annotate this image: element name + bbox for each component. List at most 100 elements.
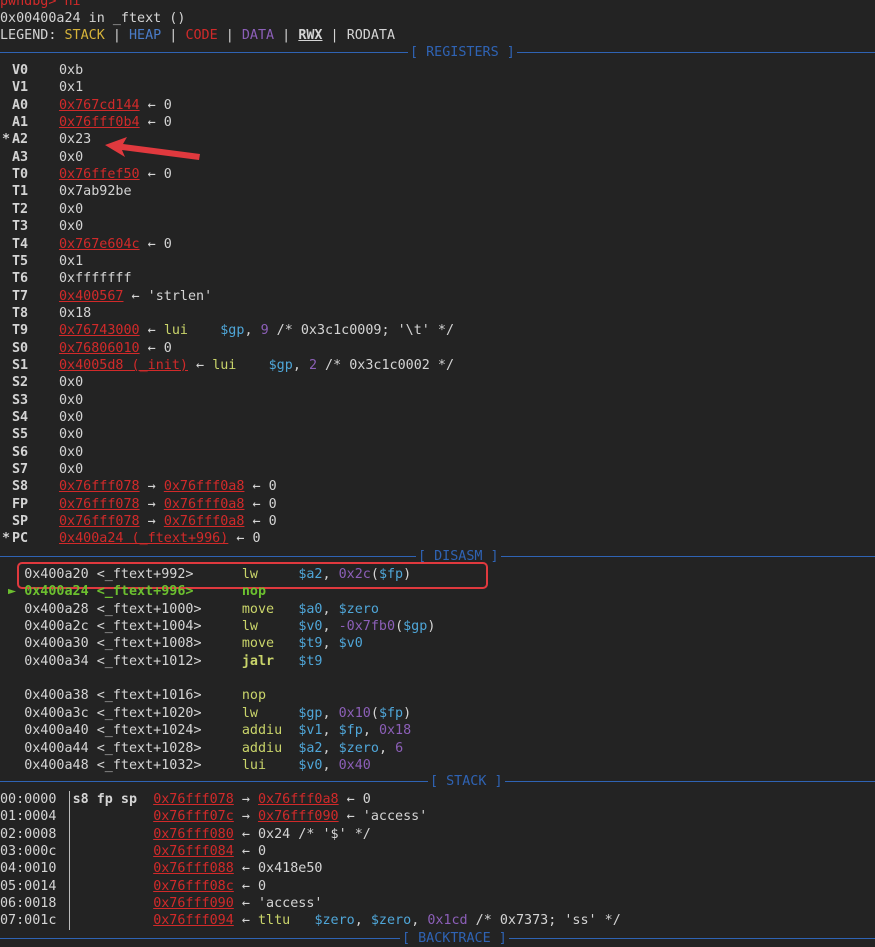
register-deref: ← 0 [139,340,172,356]
instruction-symbol: <_ftext+1020> [96,705,242,721]
stack-offset: 04:0010 [0,861,57,877]
gutter [0,636,24,651]
registers-header-title: [ REGISTERS ] [408,44,517,61]
register-value: 0x1 [59,79,83,96]
instruction-mnemonic: lui [212,357,237,373]
instruction-address: 0x400a40 [24,723,89,739]
gutter [0,758,24,773]
stack-row: 02:0008 0x76fff080 ← 0x24 /* '$' */ [0,826,371,843]
register-name: S0 [12,340,29,356]
register-name: A2 * [2,132,29,148]
register-value: 0x76fff078 → 0x76fff0a8 ← 0 [59,513,277,530]
instruction-mnemonic: move [241,636,299,652]
sep: , [292,357,309,373]
sp [56,861,72,876]
sp [89,654,97,669]
instruction-address: 0x400a38 [24,688,89,704]
register-plain-value: 0x0 [59,444,84,460]
register-name: V1 [12,80,29,96]
sp [56,827,72,842]
deref-arrow: → [139,514,164,530]
sp [56,879,72,894]
stack-offset: 00:0000 [0,792,57,807]
register-pointer: 0x76ffef50 [59,167,140,183]
register-value: 0x1 [59,253,83,270]
register-name: T3 [12,219,29,235]
stack-offset: 02:0008 [0,826,57,842]
instruction-address: 0x400a30 [24,636,89,652]
instruction-immediate: 2 [308,357,317,373]
legend-heap: HEAP [129,28,162,43]
instruction-register: $gp [220,323,245,339]
instruction-symbol: <_ftext+1012> [96,653,242,669]
register-name: T9 [12,323,29,339]
register-changed-marker: * [2,531,11,547]
register-value: 0x0 [59,461,83,478]
sp [89,741,97,756]
stack-offset: 05:0014 [0,878,57,894]
gutter [0,567,24,582]
instruction-mnemonic: jalr [241,653,299,669]
register-deref: ← 'strlen' [123,288,213,304]
disasm-row: 0x400a44 <_ftext+1028> addiu $a2, $zero,… [0,740,403,757]
sep: , [354,913,371,929]
sep: , [411,913,428,929]
register-plain-value: 0x1 [59,253,84,269]
register-value: 0x0 [59,444,83,461]
instruction-address: 0x400a28 [24,601,89,617]
register-changed-marker: * [2,132,11,148]
stack-deref: ← 'access' [338,809,428,825]
register-deref: ← 0 [244,514,277,530]
instruction-operand: , [322,740,339,756]
disasm-row: 0x400a20 <_ftext+992> lw $a2, 0x2c($fp) [0,566,411,583]
location-line: 0x00400a24 in _ftext () [0,10,185,27]
stack-registers: s8 fp sp [72,792,154,807]
instruction-operand: 0x18 [378,723,412,739]
stack-address: 0x76fff088 [153,861,234,877]
instruction-register: $gp [268,357,293,373]
sp [56,792,72,807]
instruction-symbol: <_ftext+996> [96,584,242,600]
pad [290,913,314,928]
instruction-operand: $zero [338,740,379,756]
legend-label: LEGEND: [0,28,65,43]
instruction-operand: ( [370,705,379,721]
sp [89,636,97,651]
register-plain-value: 0x0 [59,392,84,408]
legend-sep: | [322,28,347,43]
prompt-line: pwndbg> ni [0,0,81,10]
register-deref: ← 0 [139,236,172,252]
instruction-operand: , [322,636,339,652]
sp [89,584,97,599]
register-plain-value: 0x0 [59,219,84,235]
instruction-mnemonic: nop [241,584,299,600]
instruction-symbol: <_ftext+992> [96,567,242,582]
instruction-operand: $fp [378,705,404,721]
gutter [0,688,24,703]
instruction-operand: ( [370,567,379,582]
instruction-symbol: <_ftext+1016> [96,688,242,704]
register-name: T5 [12,253,29,269]
gutter [0,723,24,738]
stack-offset: 07:001c [0,913,57,929]
register-name: T7 [12,288,29,304]
stack-row: 03:000c 0x76fff084 ← 0 [0,843,266,860]
register-plain-value: 0x0 [59,427,84,443]
deref-arrow: ← [233,913,258,929]
instruction-symbol: <_ftext+1028> [96,740,242,756]
stack-offset: 01:0004 [0,809,57,825]
register-value: 0x0 [59,149,83,166]
register-pointer: 0x400567 [59,288,124,304]
register-value: 0x0 [59,201,83,218]
legend-sep: | [217,28,242,43]
instruction-operand: 6 [395,740,404,756]
disasm-row: 0x400a3c <_ftext+1020> lw $gp, 0x10($fp) [0,705,411,722]
stack-registers [73,913,154,928]
register-name: A1 [12,115,29,131]
sp [56,913,72,928]
disasm-row: 0x400a40 <_ftext+1024> addiu $v1, $fp, 0… [0,722,411,739]
instruction-symbol: <_ftext+1032> [96,757,242,773]
instruction-address: 0x400a20 [24,567,89,582]
register-deref: ← 0 [139,115,172,131]
register-name: A3 [12,149,29,165]
